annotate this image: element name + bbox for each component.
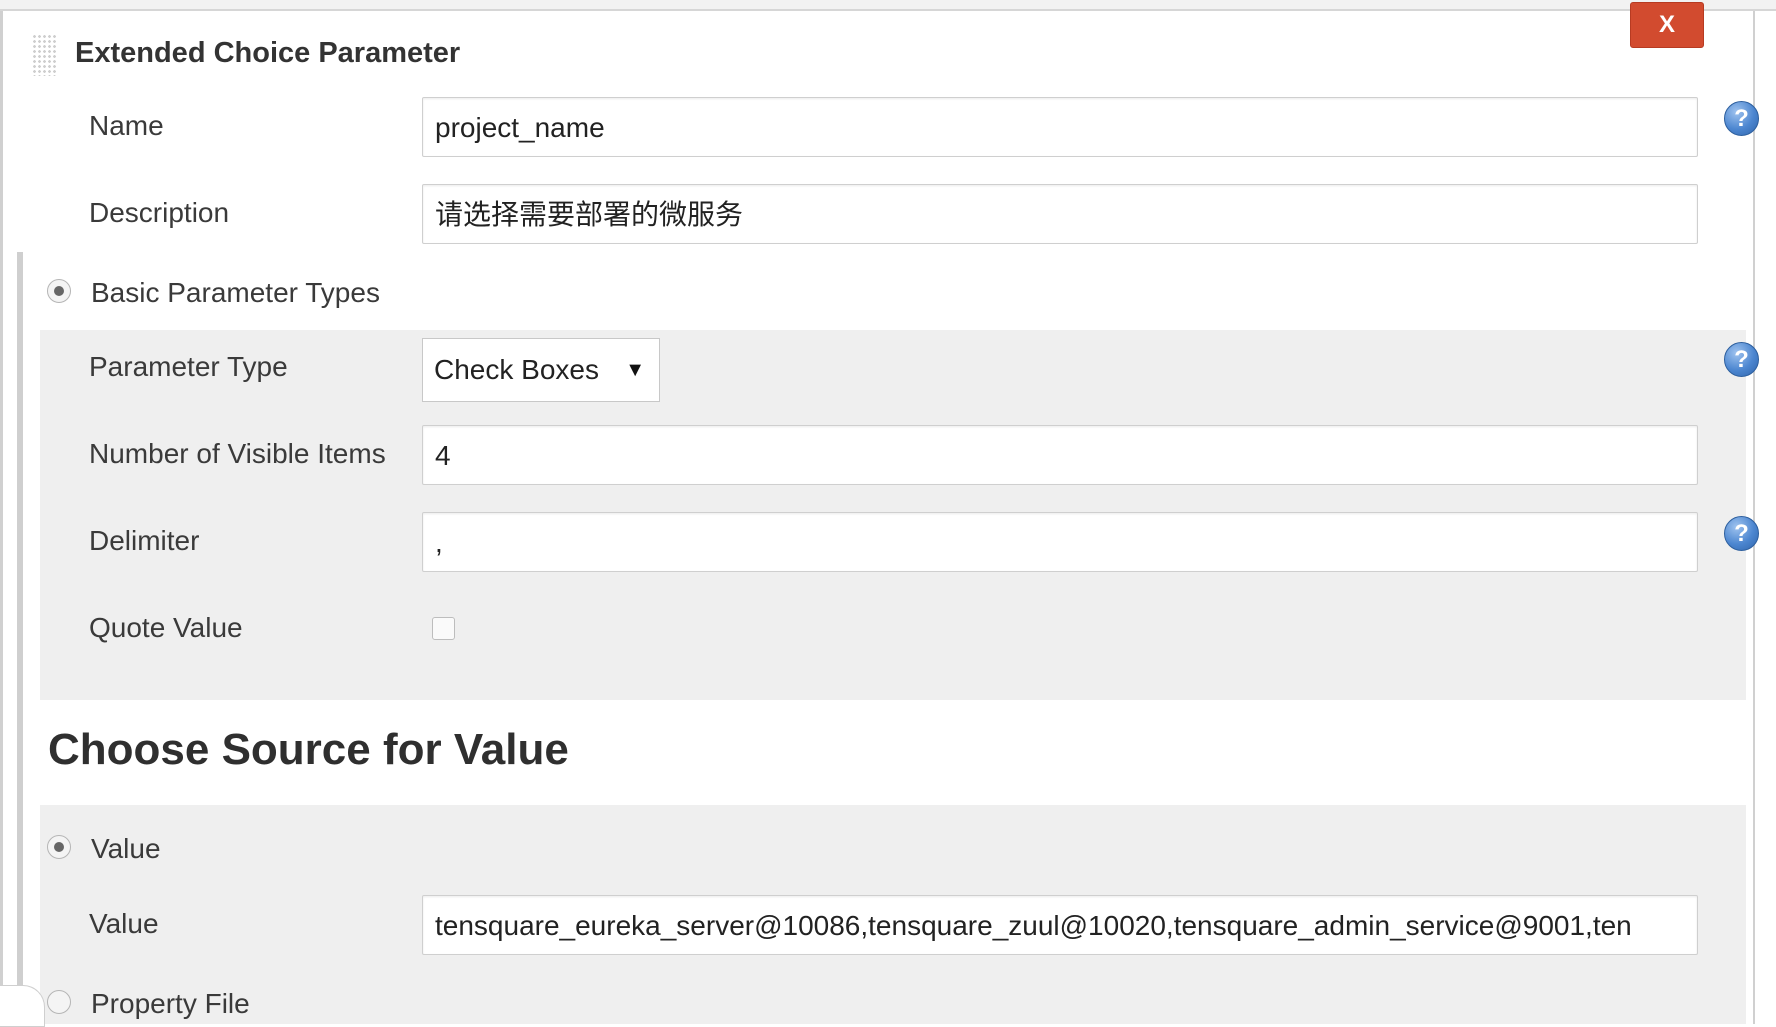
visible-items-input[interactable]: 4: [422, 425, 1698, 485]
description-input[interactable]: 请选择需要部署的微服务: [422, 184, 1698, 244]
description-label: Description: [89, 197, 230, 228]
corner-tab: [0, 985, 45, 1027]
parameter-type-value: Check Boxes: [434, 354, 599, 385]
visible-items-label: Number of Visible Items: [89, 438, 386, 469]
help-icon[interactable]: ?: [1724, 516, 1759, 551]
chevron-down-icon: ▼: [625, 359, 645, 381]
delete-button[interactable]: X: [1630, 2, 1704, 48]
top-border: [0, 0, 1776, 11]
basic-parameter-types-label: Basic Parameter Types: [91, 277, 380, 308]
delimiter-label: Delimiter: [89, 525, 200, 556]
value-radio[interactable]: [47, 835, 71, 859]
property-file-radio[interactable]: [47, 990, 71, 1014]
value-radio-label: Value: [91, 833, 161, 864]
section-heading: Choose Source for Value: [48, 725, 569, 774]
help-icon[interactable]: ?: [1724, 101, 1759, 136]
quote-value-label: Quote Value: [89, 612, 243, 643]
value-label: Value: [89, 908, 159, 939]
value-input[interactable]: tensquare_eureka_server@10086,tensquare_…: [422, 895, 1698, 955]
basic-parameter-types-radio[interactable]: [47, 279, 71, 303]
help-icon[interactable]: ?: [1724, 342, 1759, 377]
parameter-type-select[interactable]: Check Boxes ▼: [422, 338, 660, 402]
name-label: Name: [89, 110, 164, 141]
property-file-label: Property File: [91, 988, 250, 1019]
delimiter-input[interactable]: ,: [422, 512, 1698, 572]
quote-value-checkbox[interactable]: [432, 617, 455, 640]
block-title: Extended Choice Parameter: [75, 37, 461, 69]
parameter-type-label: Parameter Type: [89, 351, 288, 382]
drag-handle-icon[interactable]: [32, 34, 58, 76]
left-rail: [17, 252, 23, 1024]
name-input[interactable]: project_name: [422, 97, 1698, 157]
